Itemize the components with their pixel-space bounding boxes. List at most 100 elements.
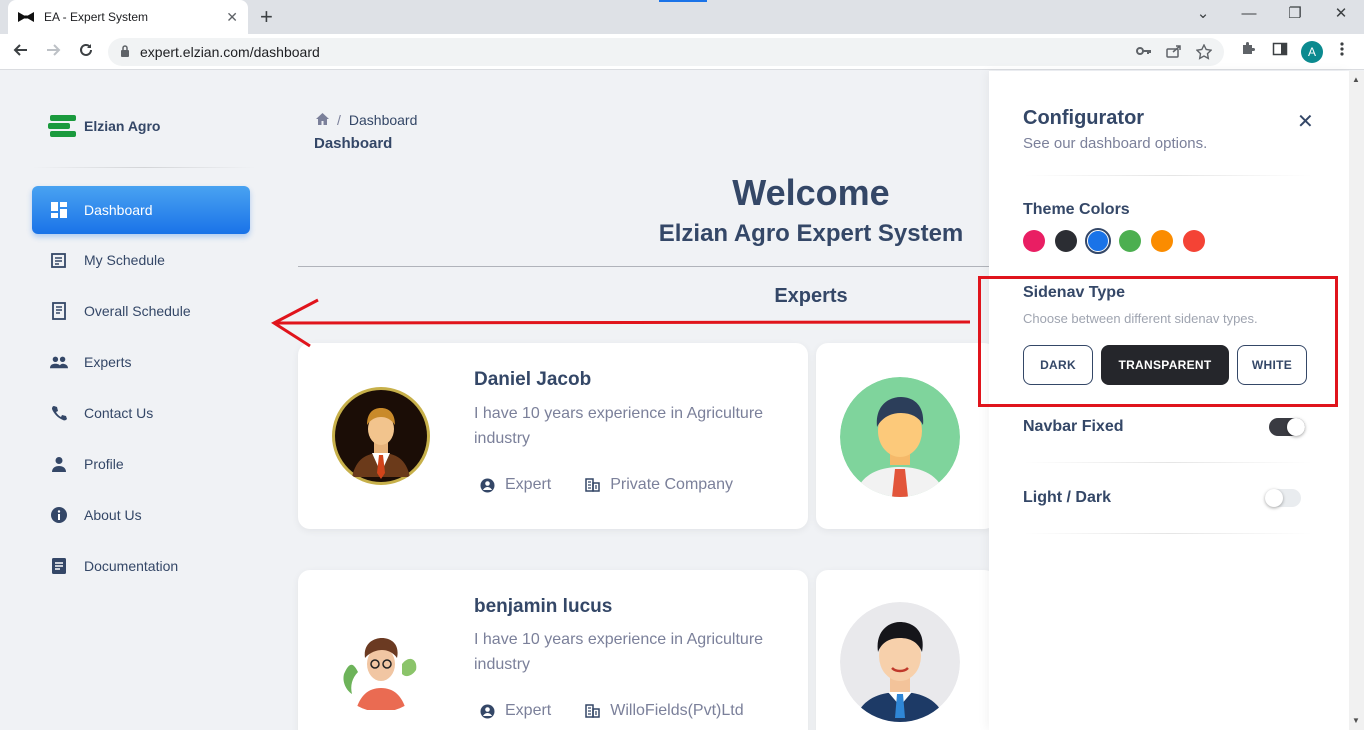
breadcrumb: / Dashboard	[316, 112, 417, 128]
light-dark-label: Light / Dark	[1023, 489, 1112, 506]
calendar-icon	[50, 251, 68, 269]
sidebar-item-label: Dashboard	[84, 202, 153, 218]
brand-name: Elzian Agro	[84, 118, 161, 134]
close-tab-icon[interactable]: ✕	[226, 9, 238, 26]
sidebar-item-my-schedule[interactable]: My Schedule	[32, 236, 250, 284]
sidebar-item-label: Experts	[84, 354, 132, 370]
document-icon	[50, 557, 68, 575]
theme-color-red[interactable]	[1183, 230, 1205, 252]
sidebar-item-label: My Schedule	[84, 252, 165, 268]
section-divider	[298, 266, 998, 267]
sidebar-item-contact-us[interactable]: Contact Us	[32, 389, 250, 437]
info-icon	[50, 506, 68, 524]
bookmark-star-icon[interactable]	[1195, 43, 1213, 63]
theme-color-dark[interactable]	[1055, 230, 1077, 252]
breadcrumb-current: Dashboard	[348, 112, 418, 128]
url-text: expert.elzian.com/dashboard	[140, 44, 320, 60]
reload-icon[interactable]	[77, 41, 95, 64]
sidebar-item-experts[interactable]: Experts	[32, 338, 250, 386]
theme-color-pink[interactable]	[1023, 230, 1045, 252]
dashboard-icon	[50, 201, 68, 219]
browser-tab[interactable]: EA - Expert System ✕	[8, 0, 248, 34]
new-tab-button[interactable]: +	[260, 4, 273, 30]
breadcrumb-separator: /	[337, 112, 341, 128]
back-arrow-icon[interactable]	[12, 41, 30, 64]
side-panel-icon[interactable]	[1272, 41, 1288, 61]
sidebar-item-profile[interactable]: Profile	[32, 440, 250, 488]
url-field[interactable]: expert.elzian.com/dashboard	[108, 38, 1224, 66]
expert-card[interactable]	[816, 343, 996, 529]
expert-company: Private Company	[610, 476, 733, 493]
divider	[1023, 462, 1313, 463]
share-icon[interactable]	[1166, 44, 1182, 63]
account-circle-icon	[480, 478, 495, 493]
light-dark-toggle[interactable]	[1265, 489, 1301, 507]
theme-color-blue[interactable]	[1085, 228, 1111, 254]
expert-card[interactable]	[816, 570, 996, 730]
people-icon	[50, 353, 68, 371]
window-controls: ⌄ — ❐ ✕	[1180, 0, 1364, 30]
close-icon[interactable]: ✕	[1297, 109, 1314, 134]
sidebar-item-overall-schedule[interactable]: Overall Schedule	[32, 287, 250, 335]
expert-role: Expert	[505, 476, 552, 493]
expert-meta: Expert WilloFields(Pvt)Ltd	[480, 702, 778, 720]
expert-description: I have 10 years experience in Agricultur…	[474, 405, 764, 447]
sidebar-item-label: About Us	[84, 507, 142, 523]
expert-role: Expert	[505, 702, 552, 719]
sidebar-item-label: Contact Us	[84, 405, 154, 421]
phone-icon	[50, 404, 68, 422]
restore-button[interactable]: ❐	[1272, 0, 1318, 30]
navbar-fixed-toggle[interactable]	[1269, 418, 1305, 436]
profile-avatar[interactable]: A	[1301, 41, 1323, 63]
expert-company: WilloFields(Pvt)Ltd	[610, 702, 744, 719]
sidebar-item-label: Overall Schedule	[84, 303, 191, 319]
tab-title: EA - Expert System	[44, 10, 149, 24]
annotation-highlight-box	[978, 276, 1338, 407]
extensions-puzzle-icon[interactable]	[1240, 41, 1256, 61]
minimize-button[interactable]: —	[1226, 0, 1272, 30]
bowtie-favicon-icon	[18, 12, 34, 22]
expert-meta: Expert Private Company	[480, 476, 767, 494]
more-menu-icon[interactable]	[1340, 41, 1344, 61]
sidebar-item-label: Profile	[84, 456, 124, 472]
configurator-title: Configurator	[1023, 107, 1145, 129]
tab-indicator	[659, 0, 707, 2]
page-title: Dashboard	[314, 135, 393, 152]
expert-card[interactable]: Daniel Jacob I have 10 years experience …	[298, 343, 808, 529]
expert-name: benjamin lucus	[474, 596, 613, 617]
close-window-button[interactable]: ✕	[1318, 0, 1364, 30]
expert-description: I have 10 years experience in Agricultur…	[474, 631, 764, 673]
sidebar-item-label: Documentation	[84, 558, 179, 574]
expert-avatar	[332, 614, 430, 712]
browser-tab-strip: EA - Expert System ✕ + ⌄ — ❐ ✕	[0, 0, 1364, 34]
theme-color-swatches	[1023, 228, 1205, 254]
expert-avatar	[840, 377, 960, 497]
receipt-icon	[50, 302, 68, 320]
annotation-arrow	[271, 298, 971, 348]
expert-avatar	[332, 387, 430, 485]
address-bar: expert.elzian.com/dashboard	[0, 34, 1364, 70]
sidebar-item-documentation[interactable]: Documentation	[32, 542, 250, 590]
configurator-subtitle: See our dashboard options.	[1023, 135, 1208, 152]
theme-color-orange[interactable]	[1151, 230, 1173, 252]
sidebar-item-about-us[interactable]: About Us	[32, 491, 250, 539]
theme-color-green[interactable]	[1119, 230, 1141, 252]
scrollbar[interactable]: ▲ ▼	[1349, 71, 1364, 730]
person-icon	[50, 455, 68, 473]
divider	[1023, 175, 1313, 176]
forward-arrow-icon[interactable]	[44, 41, 62, 64]
navbar-fixed-label: Navbar Fixed	[1023, 418, 1124, 435]
business-icon	[585, 478, 600, 492]
divider	[1023, 533, 1313, 534]
key-icon[interactable]	[1136, 44, 1152, 63]
elzian-logo-icon	[48, 113, 78, 139]
account-circle-icon	[480, 704, 495, 719]
home-icon[interactable]	[316, 112, 329, 128]
business-icon	[585, 704, 600, 718]
sidebar-item-dashboard[interactable]: Dashboard	[32, 186, 250, 234]
tab-search-icon[interactable]: ⌄	[1180, 0, 1226, 30]
expert-card[interactable]: benjamin lucus I have 10 years experienc…	[298, 570, 808, 730]
lock-icon	[120, 44, 130, 60]
brand[interactable]: Elzian Agro	[48, 113, 161, 139]
expert-name: Daniel Jacob	[474, 369, 592, 390]
